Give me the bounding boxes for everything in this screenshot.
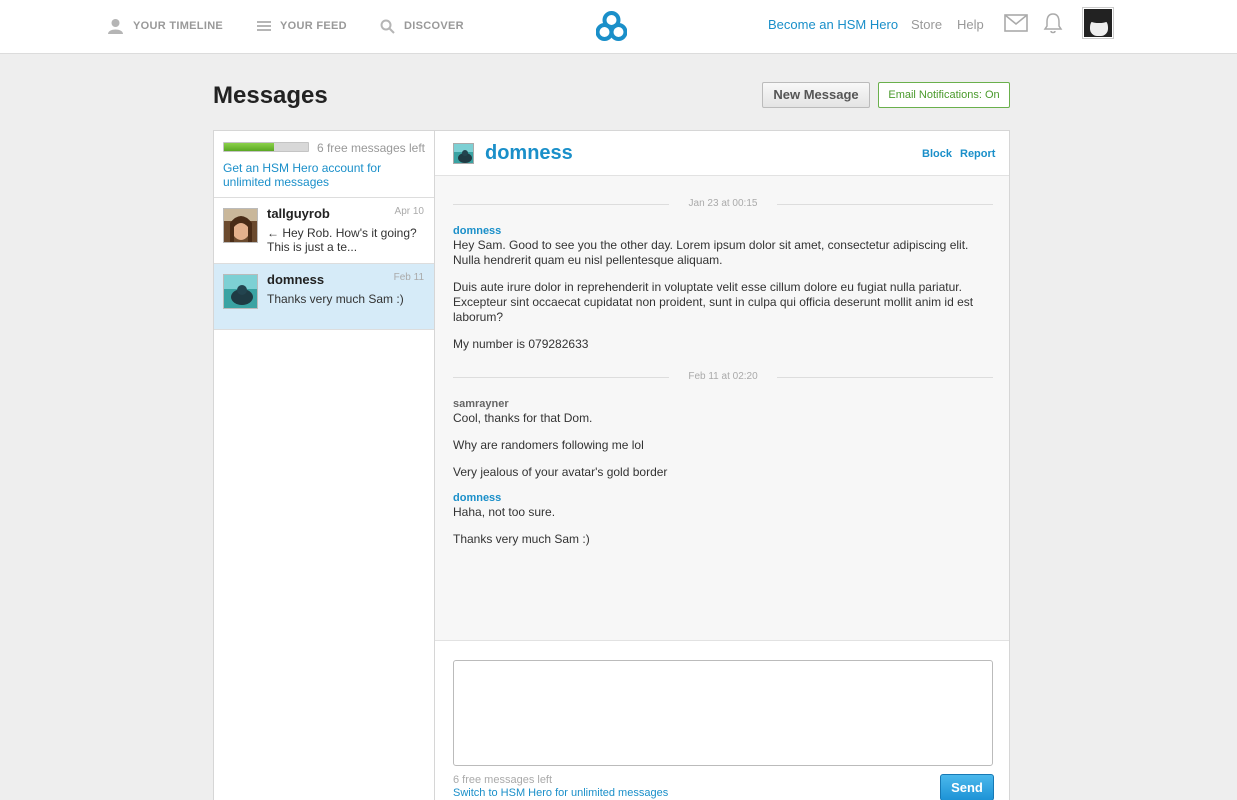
date-divider: Feb 11 at 02:20 (453, 364, 993, 390)
conversation-snippet: Thanks very much Sam :) (267, 292, 404, 306)
conversation-name: domness (267, 272, 325, 287)
avatar-image (1084, 9, 1112, 37)
message: domness Haha, not too sure. Thanks very … (453, 492, 993, 547)
avatar (223, 274, 258, 309)
messages-panel: 6 free messages left Get an HSM Hero acc… (213, 130, 1010, 800)
message-text: Duis aute irure dolor in reprehenderit i… (453, 280, 974, 324)
date-divider-label: Feb 11 at 02:20 (688, 371, 758, 382)
message-quota: 6 free messages left Get an HSM Hero acc… (214, 131, 434, 198)
message-text: Why are randomers following me lol (453, 438, 644, 452)
new-message-button[interactable]: New Message (762, 82, 870, 108)
user-avatar[interactable] (1082, 7, 1114, 39)
nav-discover-label: DISCOVER (404, 20, 464, 32)
conversation-header: domness Block Report (435, 131, 1009, 176)
switch-to-hero-link[interactable]: Switch to HSM Hero for unlimited message… (453, 787, 668, 800)
compose-area: 6 free messages left Switch to HSM Hero … (435, 640, 1009, 800)
hsm-logo[interactable] (596, 11, 627, 41)
bell-icon[interactable] (1043, 12, 1063, 34)
block-link[interactable]: Block (922, 148, 952, 160)
message: domness Hey Sam. Good to see you the oth… (453, 225, 993, 352)
compose-footer: 6 free messages left Switch to HSM Hero … (453, 774, 668, 800)
nav-discover[interactable]: DISCOVER (380, 18, 464, 34)
message: samrayner Cool, thanks for that Dom. Why… (453, 398, 993, 480)
conversation-item-tallguyrob[interactable]: tallguyrob Apr 10 ← Hey Rob. How's it go… (214, 198, 434, 264)
person-icon (108, 19, 123, 34)
conversation-pane: domness Block Report Jan 23 at 00:15 dom… (435, 131, 1009, 800)
conversation-date: Apr 10 (394, 206, 424, 217)
message-thread: Jan 23 at 00:15 domness Hey Sam. Good to… (453, 191, 993, 559)
avatar[interactable] (453, 143, 474, 164)
conversation-sidebar: 6 free messages left Get an HSM Hero acc… (214, 131, 435, 800)
quota-text: 6 free messages left (316, 141, 425, 155)
help-link[interactable]: Help (957, 17, 984, 32)
message-author[interactable]: samrayner (453, 398, 993, 411)
avatar (223, 208, 258, 243)
message-author[interactable]: domness (453, 225, 993, 238)
message-text: Hey Sam. Good to see you the other day. … (453, 238, 969, 267)
envelope-icon[interactable] (1004, 14, 1028, 32)
quota-progress-fill (224, 143, 275, 151)
quota-progress-bar (223, 142, 309, 152)
message-input[interactable] (453, 660, 993, 766)
nav-your-timeline-label: YOUR TIMELINE (133, 20, 224, 32)
become-hsm-hero-link[interactable]: Become an HSM Hero (768, 17, 898, 32)
list-icon (257, 21, 271, 31)
date-divider: Jan 23 at 00:15 (453, 191, 993, 217)
message-text: Cool, thanks for that Dom. (453, 411, 593, 425)
remaining-messages-text: 6 free messages left (453, 774, 553, 786)
upgrade-link[interactable]: Get an HSM Hero account for unlimited me… (223, 161, 428, 189)
message-text: My number is 079282633 (453, 337, 589, 351)
conversation-date: Feb 11 (393, 272, 424, 283)
send-button[interactable]: Send (940, 774, 994, 800)
report-link[interactable]: Report (960, 148, 995, 160)
conversation-title[interactable]: domness (485, 142, 573, 165)
date-divider-label: Jan 23 at 00:15 (688, 198, 758, 209)
nav-your-feed-label: YOUR FEED (280, 20, 347, 32)
message-author[interactable]: domness (453, 492, 993, 505)
store-link[interactable]: Store (911, 17, 942, 32)
nav-your-timeline[interactable]: YOUR TIMELINE (107, 18, 223, 34)
search-icon (380, 19, 395, 34)
page-title: Messages (213, 82, 328, 109)
top-nav-bar: YOUR TIMELINE YOUR FEED DISCOVER Become … (0, 0, 1237, 54)
conversation-snippet: ← Hey Rob. How's it going? This is just … (267, 226, 417, 254)
message-text: Haha, not too sure. (453, 505, 556, 519)
message-text: Very jealous of your avatar's gold borde… (453, 465, 668, 479)
conversation-item-domness[interactable]: domness Feb 11 Thanks very much Sam :) (214, 264, 434, 330)
nav-your-feed[interactable]: YOUR FEED (257, 18, 347, 34)
conversation-name: tallguyrob (267, 206, 330, 221)
message-text: Thanks very much Sam :) (453, 532, 590, 546)
email-notifications-button[interactable]: Email Notifications: On (878, 82, 1010, 108)
